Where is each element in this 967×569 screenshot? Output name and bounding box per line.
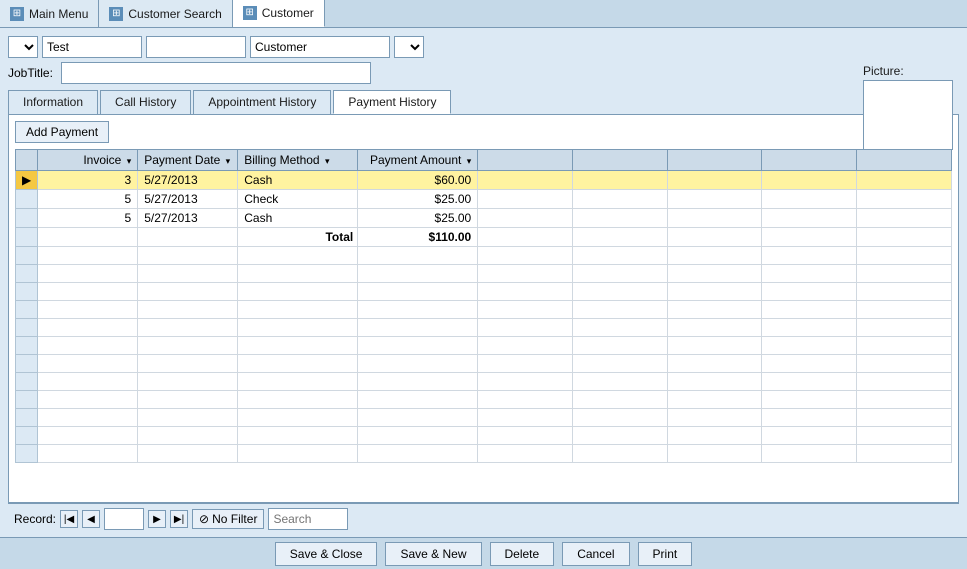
last-name-input[interactable]: [250, 36, 390, 58]
record-label: Record:: [14, 512, 56, 526]
jobtitle-label: JobTitle:: [8, 66, 53, 80]
extra-col-1: [478, 150, 573, 171]
customer-label: Customer: [262, 6, 314, 20]
save-close-button[interactable]: Save & Close: [275, 542, 378, 566]
billing-method-header[interactable]: Billing Method ▾: [238, 150, 358, 171]
jobtitle-input[interactable]: [61, 62, 371, 84]
nav-first-button[interactable]: |◀: [60, 510, 78, 528]
nav-prev-button[interactable]: ◀: [82, 510, 100, 528]
row-selector: [16, 209, 38, 228]
billing-sort-icon: ▾: [325, 156, 330, 166]
tab-information[interactable]: Information: [8, 90, 98, 114]
date-sort-icon: ▾: [226, 156, 231, 166]
amount-sort-icon: ▾: [467, 156, 472, 166]
picture-label: Picture:: [863, 64, 953, 78]
title-bar: ⊞ Main Menu ⊞ Customer Search ⊞ Customer: [0, 0, 967, 28]
date-cell: 5/27/2013: [138, 209, 238, 228]
tab-appointment-history[interactable]: Appointment History: [193, 90, 331, 114]
search-input[interactable]: [268, 508, 348, 530]
table-row: [16, 319, 952, 337]
tab-main-menu[interactable]: ⊞ Main Menu: [0, 0, 99, 27]
invoice-cell: 5: [38, 190, 138, 209]
suffix-dropdown[interactable]: Jr. Sr.: [394, 36, 424, 58]
selector-header: [16, 150, 38, 171]
billing-cell: Check: [238, 190, 358, 209]
total-amount: $110.00: [358, 228, 478, 247]
extra-col-5: [857, 150, 952, 171]
print-button[interactable]: Print: [638, 542, 693, 566]
invoice-cell: 5: [38, 209, 138, 228]
extra-col-2: [572, 150, 667, 171]
row-selector: ▶: [16, 171, 38, 190]
tab-call-history[interactable]: Call History: [100, 90, 191, 114]
table-row: [16, 301, 952, 319]
billing-cell: Cash: [238, 209, 358, 228]
extra-col-4: [762, 150, 857, 171]
table-row[interactable]: ▶ 3 5/27/2013 Cash $60.00: [16, 171, 952, 190]
cancel-button[interactable]: Cancel: [562, 542, 629, 566]
picture-section: Picture:: [863, 64, 953, 150]
delete-button[interactable]: Delete: [490, 542, 555, 566]
nav-next-button[interactable]: ▶: [148, 510, 166, 528]
table-row: [16, 247, 952, 265]
payment-date-header[interactable]: Payment Date ▾: [138, 150, 238, 171]
filter-icon: ⊘: [199, 512, 209, 526]
customer-search-icon: ⊞: [109, 7, 123, 21]
table-row: [16, 409, 952, 427]
amount-cell: $25.00: [358, 190, 478, 209]
date-cell: 5/27/2013: [138, 171, 238, 190]
invoice-sort-icon: ▾: [127, 156, 132, 166]
main-menu-icon: ⊞: [10, 7, 24, 21]
payment-amount-header[interactable]: Payment Amount ▾: [358, 150, 478, 171]
table-row: [16, 265, 952, 283]
tab-customer-search[interactable]: ⊞ Customer Search: [99, 0, 232, 27]
date-cell: 5/27/2013: [138, 190, 238, 209]
record-navigator: Record: |◀ ◀ ▶ ▶| ⊘ No Filter: [8, 503, 959, 534]
tab-strip: Information Call History Appointment His…: [8, 90, 959, 114]
form-header: Mr. Ms. Dr. Jr. Sr. JobTitle:: [8, 36, 959, 84]
bottom-bar: Save & Close Save & New Delete Cancel Pr…: [0, 537, 967, 569]
record-current-input[interactable]: [104, 508, 144, 530]
total-row: Total $110.00: [16, 228, 952, 247]
main-area: Mr. Ms. Dr. Jr. Sr. JobTitle: Picture: I…: [0, 28, 967, 537]
first-name-input[interactable]: [42, 36, 142, 58]
table-row: [16, 391, 952, 409]
nav-last-button[interactable]: ▶|: [170, 510, 188, 528]
table-row: [16, 445, 952, 463]
tab-content-payment-history: Add Payment Invoice ▾ Payment Date ▾ Bil…: [8, 114, 959, 503]
main-menu-label: Main Menu: [29, 7, 88, 21]
extra-col-3: [667, 150, 762, 171]
amount-cell: $60.00: [358, 171, 478, 190]
tab-payment-history[interactable]: Payment History: [333, 90, 451, 114]
no-filter-button[interactable]: ⊘ No Filter: [192, 509, 264, 529]
customer-icon: ⊞: [243, 6, 257, 20]
tab-customer[interactable]: ⊞ Customer: [233, 0, 325, 27]
prefix-dropdown[interactable]: Mr. Ms. Dr.: [8, 36, 38, 58]
table-row[interactable]: 5 5/27/2013 Cash $25.00: [16, 209, 952, 228]
table-row: [16, 283, 952, 301]
total-label: [38, 228, 138, 247]
row-selector: [16, 228, 38, 247]
table-row: [16, 355, 952, 373]
invoice-header[interactable]: Invoice ▾: [38, 150, 138, 171]
no-filter-label: No Filter: [212, 512, 257, 526]
row-selector: [16, 190, 38, 209]
middle-name-input[interactable]: [146, 36, 246, 58]
table-row: [16, 337, 952, 355]
total-text: Total: [238, 228, 358, 247]
invoice-cell: 3: [38, 171, 138, 190]
payment-grid: Invoice ▾ Payment Date ▾ Billing Method …: [15, 149, 952, 463]
picture-frame: [863, 80, 953, 150]
table-row: [16, 373, 952, 391]
billing-cell: Cash: [238, 171, 358, 190]
save-new-button[interactable]: Save & New: [385, 542, 481, 566]
amount-cell: $25.00: [358, 209, 478, 228]
add-payment-button[interactable]: Add Payment: [15, 121, 109, 143]
customer-search-label: Customer Search: [128, 7, 221, 21]
table-row[interactable]: 5 5/27/2013 Check $25.00: [16, 190, 952, 209]
table-row: [16, 427, 952, 445]
